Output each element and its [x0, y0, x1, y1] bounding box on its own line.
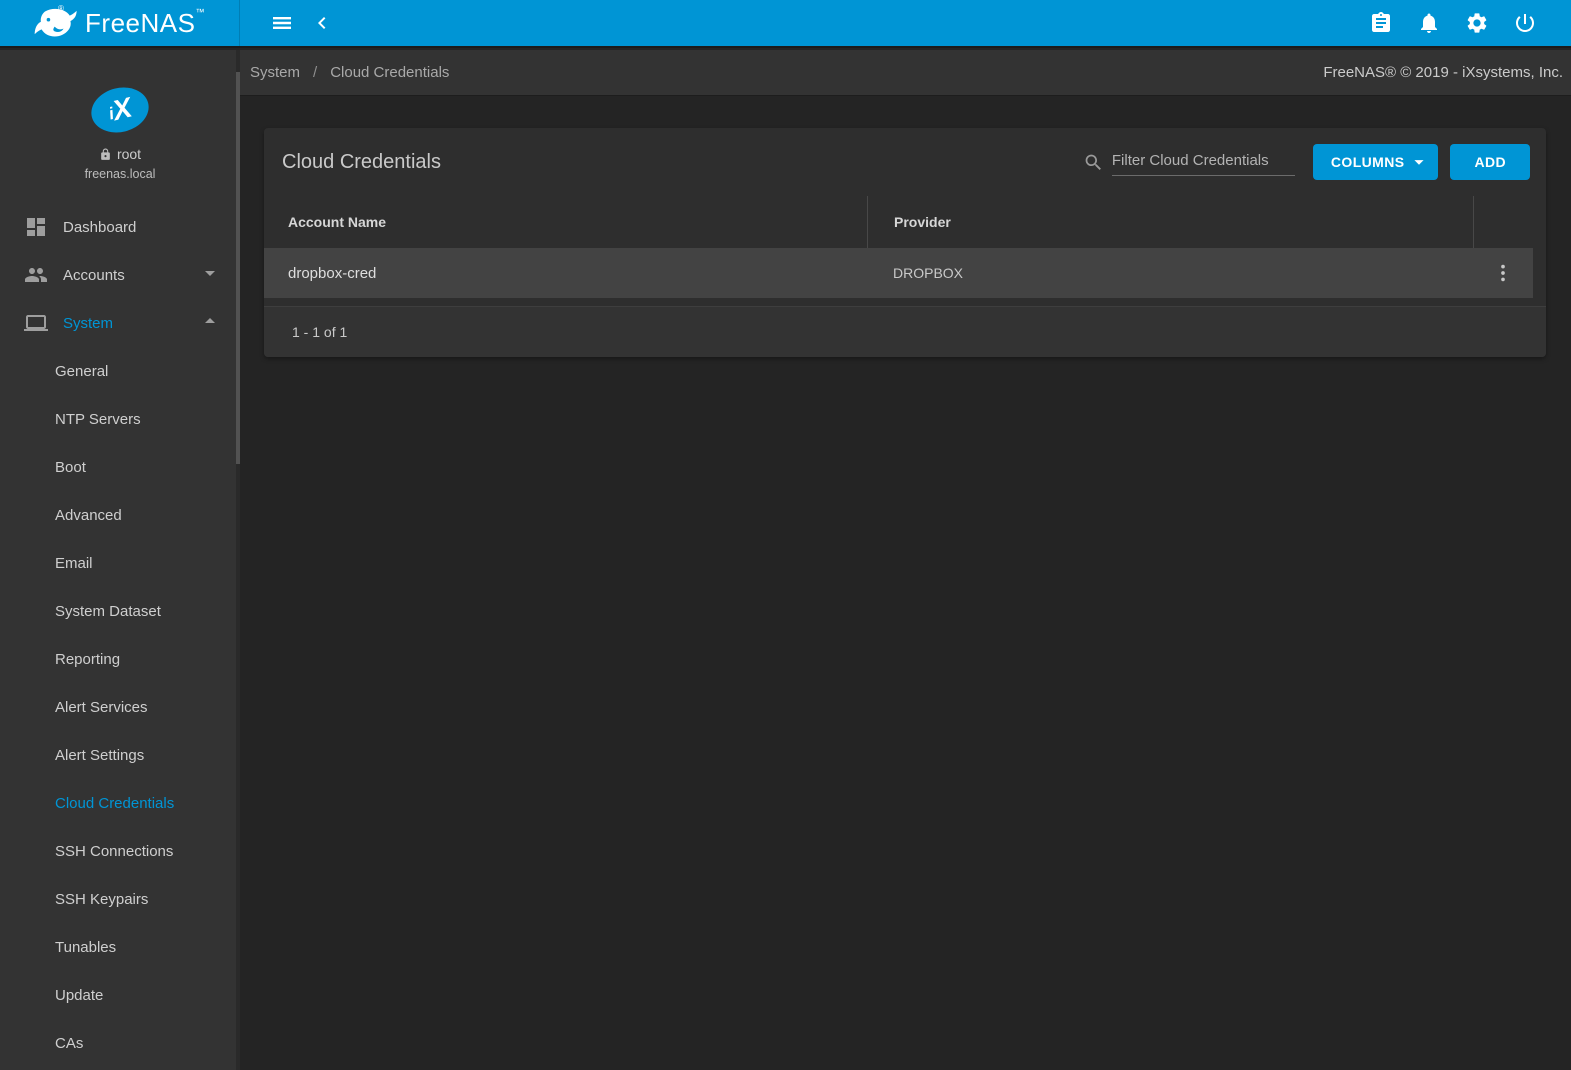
paginator-range: 1 - 1 of 1	[292, 324, 348, 340]
trademark-mark: ™	[195, 7, 205, 17]
sidebar-item-cas[interactable]: CAs	[0, 1019, 240, 1067]
sidebar-item-label: Dashboard	[63, 218, 137, 236]
table-row[interactable]: dropbox-cred DROPBOX	[264, 248, 1533, 298]
top-bar: ® FreeNAS™	[0, 0, 1571, 48]
sidebar-item-email[interactable]: Email	[0, 539, 240, 587]
sidebar-item-reporting[interactable]: Reporting	[0, 635, 240, 683]
column-header-actions	[1473, 196, 1546, 248]
username-line: root	[0, 146, 240, 162]
sidebar-item-label: System	[63, 314, 114, 332]
add-button[interactable]: ADD	[1450, 144, 1530, 180]
top-toolbar	[240, 0, 1571, 46]
column-header-provider[interactable]: Provider	[867, 196, 1473, 248]
username: root	[116, 146, 142, 162]
columns-button-label: COLUMNS	[1330, 154, 1405, 170]
hamburger-menu-icon[interactable]	[262, 3, 302, 43]
add-button-label: ADD	[1474, 154, 1506, 170]
cloud-credentials-card: Cloud Credentials COLUMNS ADD Account Na…	[264, 128, 1546, 357]
nav-back-icon[interactable]	[302, 3, 342, 43]
sidebar-item-alert-services[interactable]: Alert Services	[0, 683, 240, 731]
settings-gear-icon[interactable]	[1457, 3, 1497, 43]
sidebar-item-alert-settings[interactable]: Alert Settings	[0, 731, 240, 779]
sidebar-item-advanced[interactable]: Advanced	[0, 491, 240, 539]
chevron-down-icon	[198, 261, 222, 289]
breadcrumb-cloud-credentials[interactable]: Cloud Credentials	[330, 64, 449, 81]
sidebar-item-ssh-connections[interactable]: SSH Connections	[0, 827, 240, 875]
people-icon	[24, 263, 48, 287]
cell-actions	[1473, 255, 1533, 291]
sidebar-item-ntp-servers[interactable]: NTP Servers	[0, 395, 240, 443]
freenas-shark-icon	[34, 8, 77, 36]
filter-input[interactable]	[1111, 148, 1295, 176]
table-header-row: Account Name Provider	[264, 196, 1546, 248]
dashboard-icon	[24, 215, 48, 239]
sidebar-item-system-dataset[interactable]: System Dataset	[0, 587, 240, 635]
chevron-up-icon	[198, 309, 222, 337]
system-submenu: General NTP Servers Boot Advanced Email Syste…	[0, 347, 240, 1067]
power-icon[interactable]	[1505, 3, 1545, 43]
brand-name: FreeNAS™	[85, 7, 205, 38]
sidebar-item-label: Accounts	[63, 266, 125, 284]
column-header-account-name[interactable]: Account Name	[264, 196, 867, 248]
sidebar-item-cloud-credentials[interactable]: Cloud Credentials	[0, 779, 240, 827]
search-icon	[1085, 154, 1101, 170]
sidebar-item-update[interactable]: Update	[0, 971, 240, 1019]
table-footer: 1 - 1 of 1	[264, 306, 1546, 357]
freenas-logo[interactable]: ® FreeNAS™	[0, 0, 240, 46]
user-block: iX root freenas.local	[0, 50, 240, 181]
breadcrumb-bar: System / Cloud Credentials FreeNAS® © 20…	[240, 50, 1571, 96]
cell-account-name: dropbox-cred	[288, 264, 377, 282]
sidebar-item-system[interactable]: System	[0, 299, 240, 347]
sidebar-item-boot[interactable]: Boot	[0, 443, 240, 491]
sidebar-item-ssh-keypairs[interactable]: SSH Keypairs	[0, 875, 240, 923]
table-body: dropbox-cred DROPBOX	[264, 248, 1546, 298]
laptop-icon	[24, 311, 48, 335]
columns-button[interactable]: COLUMNS	[1312, 144, 1439, 180]
registered-mark: ®	[58, 4, 64, 13]
kebab-vertical-icon	[1501, 264, 1505, 282]
sidebar-item-accounts[interactable]: Accounts	[0, 251, 240, 299]
sidebar-item-tunables[interactable]: Tunables	[0, 923, 240, 971]
sidebar-item-dashboard[interactable]: Dashboard	[0, 203, 240, 251]
table-gap	[264, 298, 1546, 306]
notifications-bell-icon[interactable]	[1409, 3, 1449, 43]
card-header: Cloud Credentials COLUMNS ADD	[264, 128, 1546, 196]
copyright-text: FreeNAS® © 2019 - iXsystems, Inc.	[1323, 64, 1563, 81]
page-title: Cloud Credentials	[282, 150, 441, 173]
task-manager-icon[interactable]	[1361, 3, 1401, 43]
sidebar: iX root freenas.local Dashboard Accounts	[0, 50, 240, 1070]
lock-icon	[101, 148, 110, 160]
hostname: freenas.local	[84, 167, 156, 181]
row-actions-menu-button[interactable]	[1485, 255, 1521, 291]
caret-down-icon	[1414, 160, 1425, 165]
sidebar-scrollbar-thumb[interactable]	[236, 72, 240, 464]
topbar-actions	[1361, 3, 1545, 43]
breadcrumb-separator: /	[313, 64, 318, 81]
cell-provider: DROPBOX	[893, 265, 964, 281]
breadcrumb: System / Cloud Credentials	[250, 64, 449, 81]
avatar: iX	[86, 81, 154, 139]
filter-box	[1083, 148, 1295, 176]
nav-menu: Dashboard Accounts System General NTP Ser…	[0, 203, 240, 1067]
sidebar-item-general[interactable]: General	[0, 347, 240, 395]
breadcrumb-system[interactable]: System	[250, 64, 300, 81]
